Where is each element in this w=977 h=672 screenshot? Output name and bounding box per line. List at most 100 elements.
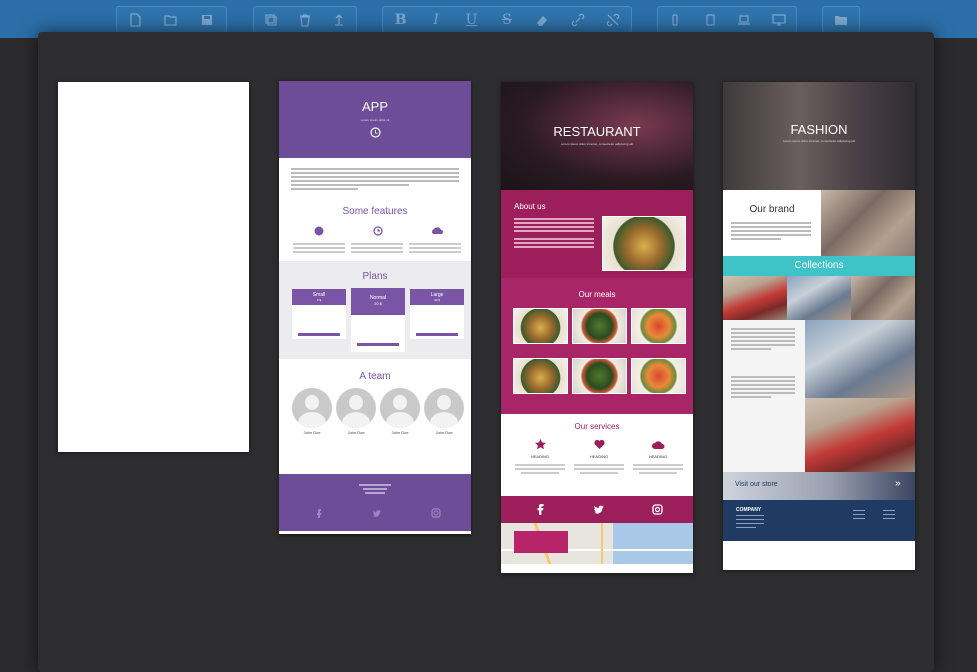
brand-photo [821, 190, 915, 256]
fashion-text-column [723, 320, 805, 472]
meal-image [631, 358, 686, 394]
fashion-title: FASHION [790, 122, 848, 137]
facebook-icon [537, 504, 544, 515]
restaurant-about-title: About us [514, 202, 546, 211]
bold-icon[interactable]: B [383, 7, 418, 33]
template-app[interactable]: APP Lorem ipsum dolor sit Some features … [279, 81, 471, 534]
avatar [380, 388, 420, 428]
eraser-icon[interactable] [525, 7, 560, 33]
app-intro-text [279, 158, 471, 190]
lookbook-photo [805, 398, 915, 472]
meal-image [631, 308, 686, 344]
restaurant-meals-section: Our meals [501, 278, 693, 414]
visit-store-link[interactable]: Visit our store [735, 481, 778, 488]
instagram-icon [431, 508, 441, 518]
team-member-name: John Doe [435, 430, 453, 435]
app-plans-title: Plans [362, 271, 388, 282]
service-heading: HEADING [530, 454, 550, 459]
tablet-icon[interactable] [693, 7, 728, 33]
restaurant-map [501, 523, 693, 564]
avatar [336, 388, 376, 428]
link-icon[interactable] [560, 7, 595, 33]
collection-photo [851, 276, 915, 320]
clock-icon [373, 226, 383, 236]
cloud-icon [652, 441, 665, 449]
chevron-right-icon[interactable]: » [895, 478, 901, 489]
plan-price: 20 $ [374, 301, 382, 306]
restaurant-about-section: About us [501, 190, 693, 278]
restaurant-services-title: Our services [574, 422, 620, 431]
meal-image [513, 358, 568, 394]
meal-image [572, 308, 627, 344]
twitter-icon [594, 505, 604, 514]
app-team-title: A team [359, 371, 391, 382]
template-restaurant[interactable]: RESTAURANT Lorem ipsum dolor sit amet, c… [501, 82, 693, 573]
folder-icon[interactable] [823, 7, 859, 33]
twitter-icon [373, 510, 381, 517]
collection-photo [723, 276, 787, 320]
fashion-collections-bar: Collections [723, 256, 915, 276]
fashion-brand-block: Our brand [723, 190, 821, 256]
underline-icon[interactable]: U [454, 7, 489, 33]
format-toolbar-group: B I U S [382, 6, 632, 33]
facebook-icon [317, 509, 322, 518]
plan-select-button[interactable] [357, 343, 399, 346]
app-team-row: John Doe John Doe John Doe John Doe [279, 382, 471, 442]
unlink-icon[interactable] [596, 7, 631, 33]
meal-image [513, 308, 568, 344]
file-toolbar-group [116, 6, 227, 33]
mobile-icon[interactable] [658, 7, 693, 33]
template-blank[interactable] [58, 82, 249, 452]
fashion-brand-title: Our brand [749, 204, 795, 215]
plan-select-button[interactable] [416, 333, 458, 336]
laptop-icon[interactable] [727, 7, 762, 33]
desktop-icon[interactable] [762, 7, 797, 33]
trash-icon[interactable] [288, 7, 322, 33]
clock-icon [370, 127, 381, 138]
heart-icon [594, 439, 605, 449]
app-plans-section: Plans Small 0 $ Normal 20 $ Large 40 $ [279, 261, 471, 359]
avatar [424, 388, 464, 428]
fashion-store-bar: Visit our store » [723, 472, 915, 500]
strikethrough-icon[interactable]: S [489, 7, 524, 33]
avatar [292, 388, 332, 428]
collection-photo [787, 276, 851, 320]
edit-toolbar-group [253, 6, 357, 33]
restaurant-services-section: Our services HEADING HEADING HEADING [501, 414, 693, 496]
plan-card-small: Small 0 $ [292, 289, 346, 339]
plan-card-large: Large 40 $ [410, 289, 464, 339]
folder-toolbar-group [822, 6, 860, 33]
fashion-footer: COMPANY [723, 500, 915, 541]
team-member-name: John Doe [303, 430, 321, 435]
lookbook-photo [805, 320, 915, 398]
plan-price: 40 $ [434, 298, 440, 302]
plan-select-button[interactable] [298, 333, 340, 336]
cloud-upload-icon [432, 227, 443, 234]
team-member-name: John Doe [347, 430, 365, 435]
compass-icon [314, 226, 324, 236]
italic-icon[interactable]: I [418, 7, 453, 33]
new-file-icon[interactable] [117, 7, 153, 33]
plan-price: 0 $ [316, 298, 322, 302]
plan-card-normal: Normal 20 $ [351, 288, 405, 352]
app-features-row [279, 217, 471, 261]
restaurant-title: RESTAURANT [553, 124, 641, 139]
team-member-name: John Doe [391, 430, 409, 435]
app-features-title: Some features [342, 206, 408, 217]
open-folder-icon[interactable] [153, 7, 189, 33]
restaurant-meals-title: Our meals [578, 290, 616, 299]
app-footer [279, 474, 471, 531]
copy-icon[interactable] [254, 7, 288, 33]
fashion-hero: FASHION Lorem ipsum dolor sit amet, cons… [723, 82, 915, 190]
meal-image [572, 358, 627, 394]
star-icon [535, 439, 546, 450]
fashion-company-title: COMPANY [736, 507, 762, 513]
restaurant-social-bar [501, 496, 693, 523]
save-icon[interactable] [189, 7, 225, 33]
instagram-icon [652, 504, 663, 515]
export-icon[interactable] [322, 7, 356, 33]
restaurant-hero: RESTAURANT Lorem ipsum dolor sit amet, c… [501, 82, 693, 190]
template-fashion[interactable]: FASHION Lorem ipsum dolor sit amet, cons… [723, 82, 915, 570]
app-hero: APP Lorem ipsum dolor sit [279, 81, 471, 158]
map-info-box [514, 531, 568, 553]
